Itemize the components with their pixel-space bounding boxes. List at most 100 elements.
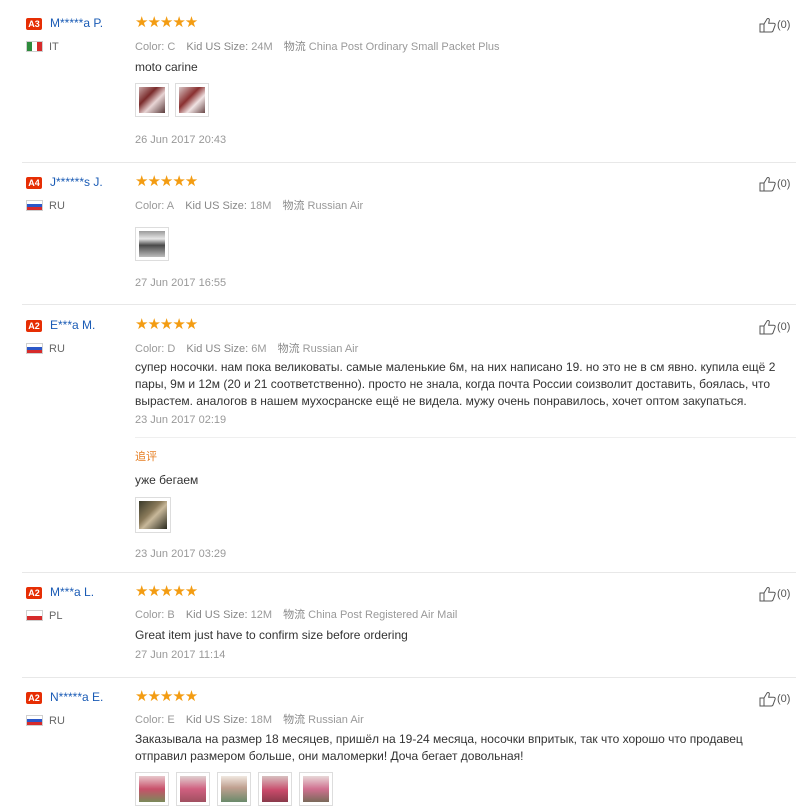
color-label: Color: xyxy=(135,714,165,726)
order-attributes: Color: D Kid US Size: 6M 物流 Russian Air xyxy=(135,340,366,356)
buyer-country: RU xyxy=(49,200,65,212)
color-value: D xyxy=(167,343,176,355)
shipping-value: Russian Air xyxy=(302,343,359,355)
divider xyxy=(22,162,796,163)
review-photo[interactable] xyxy=(176,772,210,806)
size-value: 6M xyxy=(251,343,267,355)
star-rating: ★★★★★ xyxy=(135,316,198,333)
review-photo[interactable] xyxy=(135,497,171,533)
buyer-level-badge: A4 xyxy=(26,177,42,189)
thumbs-up-icon xyxy=(759,17,777,33)
divider xyxy=(22,304,796,305)
helpful-button[interactable]: (0) xyxy=(759,319,790,335)
color-value: E xyxy=(167,714,175,726)
helpful-count: (0) xyxy=(777,320,791,333)
poland-flag-icon xyxy=(26,610,43,621)
size-value: 24M xyxy=(251,41,273,53)
helpful-count: (0) xyxy=(777,177,791,190)
divider xyxy=(22,572,796,573)
buyer-country: IT xyxy=(49,41,59,53)
review-text: Great item just have to confirm size bef… xyxy=(135,628,408,642)
size-label: Kid US Size: xyxy=(185,200,247,212)
buyer-level-badge: A2 xyxy=(26,320,42,332)
shipping-label: 物流 xyxy=(282,200,305,212)
size-value: 12M xyxy=(250,609,273,621)
review-date: 27 Jun 2017 11:14 xyxy=(135,649,226,661)
buyer-name[interactable]: J******s J. xyxy=(50,175,103,189)
russia-flag-icon xyxy=(26,715,43,726)
shipping-value: Russian Air xyxy=(307,200,364,212)
helpful-count: (0) xyxy=(777,18,791,31)
shipping-value: Russian Air xyxy=(308,714,364,726)
order-attributes: Color: B Kid US Size: 12M 物流 China Post … xyxy=(135,606,465,622)
review-text: Заказывала на размер 18 месяцев, пришёл … xyxy=(135,732,743,763)
review-photo[interactable] xyxy=(175,83,209,117)
review-photo[interactable] xyxy=(135,227,169,261)
italy-flag-icon xyxy=(26,41,43,52)
shipping-label: 物流 xyxy=(283,714,306,726)
helpful-count: (0) xyxy=(777,587,791,600)
buyer-level-badge: A2 xyxy=(26,692,42,704)
order-attributes: Color: C Kid US Size: 24M 物流 China Post … xyxy=(135,38,508,54)
helpful-count: (0) xyxy=(777,692,791,705)
color-value: C xyxy=(167,41,176,53)
divider xyxy=(22,677,796,678)
review-date: 27 Jun 2017 16:55 xyxy=(135,277,227,289)
russia-flag-icon xyxy=(26,343,43,354)
review-photo[interactable] xyxy=(299,772,333,806)
russia-flag-icon xyxy=(26,200,43,211)
shipping-label: 物流 xyxy=(283,609,306,621)
size-label: Kid US Size: xyxy=(185,609,248,621)
helpful-button[interactable]: (0) xyxy=(759,586,790,602)
size-label: Kid US Size: xyxy=(186,343,249,355)
followup-label: 追评 xyxy=(135,451,157,463)
order-attributes: Color: E Kid US Size: 18M 物流 Russian Air xyxy=(135,711,372,727)
size-value: 18M xyxy=(250,714,273,726)
thumbs-up-icon xyxy=(759,586,777,602)
thumbs-up-icon xyxy=(759,319,777,335)
buyer-name[interactable]: M*****a P. xyxy=(50,16,103,30)
order-attributes: Color: A Kid US Size: 18M 物流 Russian Air xyxy=(135,197,371,213)
review-photo[interactable] xyxy=(217,772,251,806)
color-value: A xyxy=(166,200,175,212)
buyer-level-badge: A3 xyxy=(26,18,42,30)
buyer-country: RU xyxy=(49,715,65,727)
color-label: Color: xyxy=(135,609,165,621)
thumbs-up-icon xyxy=(759,176,777,192)
review-text: супер носочки. нам пока великоваты. самы… xyxy=(135,360,776,408)
review-date: 23 Jun 2017 02:19 xyxy=(135,414,227,426)
shipping-value: China Post Ordinary Small Packet Plus xyxy=(308,41,500,53)
followup-divider xyxy=(135,437,796,438)
review-photo[interactable] xyxy=(135,83,169,117)
color-label: Color: xyxy=(135,41,165,53)
review-date: 26 Jun 2017 20:43 xyxy=(135,134,227,146)
buyer-country: PL xyxy=(49,610,63,622)
helpful-button[interactable]: (0) xyxy=(759,176,790,192)
buyer-name[interactable]: E***a M. xyxy=(50,318,95,332)
star-rating: ★★★★★ xyxy=(135,173,198,190)
size-value: 18M xyxy=(250,200,272,212)
shipping-value: China Post Registered Air Mail xyxy=(308,609,458,621)
helpful-button[interactable]: (0) xyxy=(759,17,790,33)
helpful-button[interactable]: (0) xyxy=(759,691,790,707)
buyer-country: RU xyxy=(49,343,65,355)
shipping-label: 物流 xyxy=(283,41,306,53)
review-photo[interactable] xyxy=(135,772,169,806)
thumbs-up-icon xyxy=(759,691,777,707)
size-label: Kid US Size: xyxy=(185,714,248,726)
buyer-name[interactable]: N*****a E. xyxy=(50,690,103,704)
buyer-name[interactable]: M***a L. xyxy=(50,585,94,599)
color-value: B xyxy=(167,609,175,621)
color-label: Color: xyxy=(135,200,165,212)
color-label: Color: xyxy=(135,343,165,355)
buyer-level-badge: A2 xyxy=(26,587,42,599)
review-photo[interactable] xyxy=(258,772,292,806)
star-rating: ★★★★★ xyxy=(135,583,198,600)
followup-text: уже бегаем xyxy=(135,473,199,487)
star-rating: ★★★★★ xyxy=(135,14,198,31)
review-text: moto carine xyxy=(135,60,198,74)
size-label: Kid US Size: xyxy=(186,41,249,53)
followup-date: 23 Jun 2017 03:29 xyxy=(135,548,227,560)
star-rating: ★★★★★ xyxy=(135,688,198,705)
shipping-label: 物流 xyxy=(277,343,300,355)
